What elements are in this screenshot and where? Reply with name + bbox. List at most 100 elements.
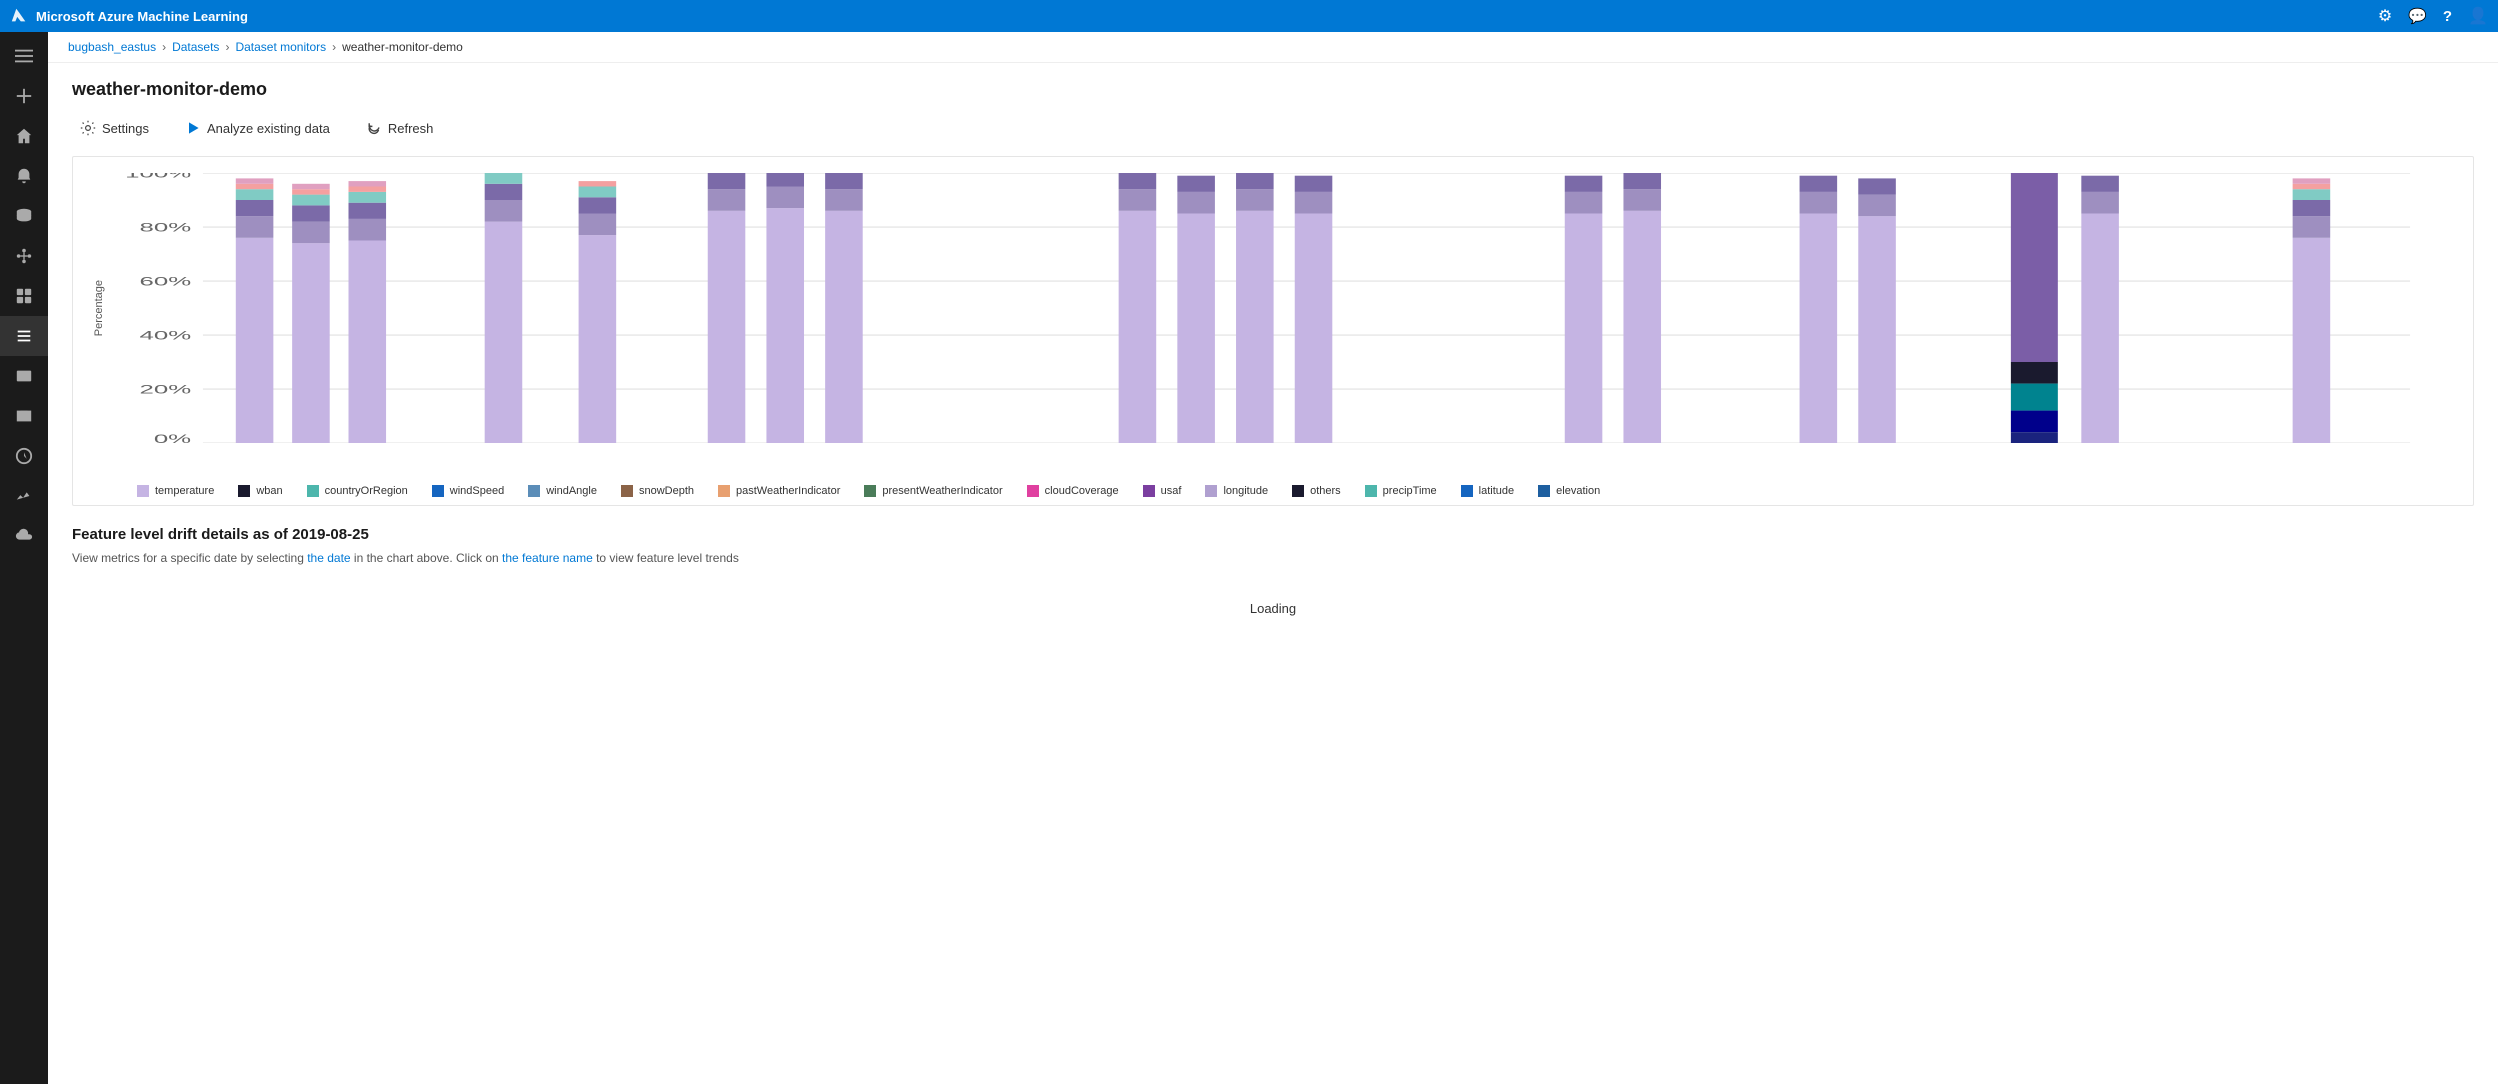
legend-label-presentweather: presentWeatherIndicator xyxy=(882,485,1002,497)
topbar-actions: ⚙ 💬 ? 👤 xyxy=(2378,6,2488,26)
sidebar xyxy=(0,32,48,1084)
user-icon[interactable]: 👤 xyxy=(2468,6,2488,26)
drift-chart[interactable]: 100% 80% 60% 40% 20% 0% 05/01/19 xyxy=(109,173,2457,443)
chart-legend: temperature wban countryOrRegion windSpe… xyxy=(89,485,2457,497)
breadcrumb-current: weather-monitor-demo xyxy=(342,40,463,54)
breadcrumb-workspace[interactable]: bugbash_eastus xyxy=(68,40,156,54)
sidebar-item-pipeline[interactable] xyxy=(0,236,48,276)
toolbar: Settings Analyze existing data Refresh xyxy=(72,116,2474,140)
topbar: Microsoft Azure Machine Learning ⚙ 💬 ? 👤 xyxy=(0,0,2498,32)
legend-label-cloudcoverage: cloudCoverage xyxy=(1045,485,1119,497)
sidebar-item-compute[interactable] xyxy=(0,356,48,396)
sidebar-item-create[interactable] xyxy=(0,76,48,116)
svg-text:100%: 100% xyxy=(125,173,191,181)
legend-color-others xyxy=(1292,485,1304,497)
feature-section-subtitle: View metrics for a specific date by sele… xyxy=(72,551,2474,565)
legend-color-windangle xyxy=(528,485,540,497)
svg-text:80%: 80% xyxy=(139,221,191,234)
feature-section: Feature level drift details as of 2019-0… xyxy=(72,526,2474,652)
legend-label-wban: wban xyxy=(256,485,282,497)
settings-button[interactable]: Settings xyxy=(72,116,157,140)
sidebar-item-home[interactable] xyxy=(0,116,48,156)
legend-color-latitude xyxy=(1461,485,1473,497)
topbar-title-area: Microsoft Azure Machine Learning xyxy=(10,7,248,25)
sidebar-item-monitor[interactable] xyxy=(0,476,48,516)
refresh-button[interactable]: Refresh xyxy=(358,116,442,140)
legend-label-countryorregion: countryOrRegion xyxy=(325,485,408,497)
sidebar-item-data[interactable] xyxy=(0,196,48,236)
help-icon[interactable]: ? xyxy=(2443,8,2452,25)
app-body: bugbash_eastus › Datasets › Dataset moni… xyxy=(0,32,2498,1084)
play-icon xyxy=(185,120,201,136)
legend-color-cloudcoverage xyxy=(1027,485,1039,497)
loading-indicator: Loading xyxy=(72,581,2474,636)
legend-label-temperature: temperature xyxy=(155,485,214,497)
svg-text:40%: 40% xyxy=(139,329,191,342)
analyze-button[interactable]: Analyze existing data xyxy=(177,116,338,140)
legend-color-preciptime xyxy=(1365,485,1377,497)
legend-label-longitude: longitude xyxy=(1223,485,1268,497)
legend-color-usaf xyxy=(1143,485,1155,497)
breadcrumb-datasets[interactable]: Datasets xyxy=(172,40,219,54)
legend-item-elevation: elevation xyxy=(1538,485,1600,497)
sidebar-item-models[interactable] xyxy=(0,276,48,316)
legend-color-wban xyxy=(238,485,250,497)
breadcrumb: bugbash_eastus › Datasets › Dataset moni… xyxy=(48,32,2498,63)
legend-label-elevation: elevation xyxy=(1556,485,1600,497)
main-content: bugbash_eastus › Datasets › Dataset moni… xyxy=(48,32,2498,1084)
legend-item-wban: wban xyxy=(238,485,282,497)
sidebar-item-datasets[interactable] xyxy=(0,316,48,356)
legend-color-elevation xyxy=(1538,485,1550,497)
settings-label: Settings xyxy=(102,121,149,136)
feature-section-title: Feature level drift details as of 2019-0… xyxy=(72,526,2474,543)
legend-label-windangle: windAngle xyxy=(546,485,597,497)
chart-area: Percentage 100% 80% 60% 40% xyxy=(89,173,2457,473)
sidebar-item-menu[interactable] xyxy=(0,36,48,76)
legend-item-latitude: latitude xyxy=(1461,485,1514,497)
settings-gear-icon xyxy=(80,120,96,136)
legend-label-preciptime: precipTime xyxy=(1383,485,1437,497)
analyze-label: Analyze existing data xyxy=(207,121,330,136)
chart-container: Percentage 100% 80% 60% 40% xyxy=(72,156,2474,506)
legend-item-longitude: longitude xyxy=(1205,485,1268,497)
svg-text:60%: 60% xyxy=(139,275,191,288)
y-axis-label-container: Percentage xyxy=(89,173,109,443)
legend-color-snowdepth xyxy=(621,485,633,497)
legend-item-presentweather: presentWeatherIndicator xyxy=(864,485,1002,497)
legend-label-usaf: usaf xyxy=(1161,485,1182,497)
legend-color-pastweather xyxy=(718,485,730,497)
sidebar-item-endpoints[interactable] xyxy=(0,436,48,476)
legend-item-snowdepth: snowDepth xyxy=(621,485,694,497)
legend-color-temperature xyxy=(137,485,149,497)
legend-label-windspeed: windSpeed xyxy=(450,485,504,497)
feature-name-link[interactable]: the feature name xyxy=(502,551,593,565)
azure-icon xyxy=(10,7,28,25)
legend-item-preciptime: precipTime xyxy=(1365,485,1437,497)
legend-item-windspeed: windSpeed xyxy=(432,485,504,497)
sidebar-item-cloud[interactable] xyxy=(0,516,48,556)
legend-item-others: others xyxy=(1292,485,1341,497)
settings-icon[interactable]: ⚙ xyxy=(2378,6,2392,26)
legend-color-presentweather xyxy=(864,485,876,497)
page-title: weather-monitor-demo xyxy=(72,79,2474,100)
sidebar-item-datastores[interactable] xyxy=(0,396,48,436)
legend-item-windangle: windAngle xyxy=(528,485,597,497)
svg-text:0%: 0% xyxy=(154,433,191,443)
legend-color-countryorregion xyxy=(307,485,319,497)
legend-label-latitude: latitude xyxy=(1479,485,1514,497)
refresh-label: Refresh xyxy=(388,121,434,136)
chart-bars[interactable] xyxy=(236,173,2330,443)
page-content-area: weather-monitor-demo Settings Analyze ex… xyxy=(48,63,2498,1084)
legend-item-pastweather: pastWeatherIndicator xyxy=(718,485,840,497)
svg-text:20%: 20% xyxy=(139,383,191,396)
feedback-icon[interactable]: 💬 xyxy=(2408,7,2427,25)
breadcrumb-monitors[interactable]: Dataset monitors xyxy=(235,40,326,54)
legend-item-countryorregion: countryOrRegion xyxy=(307,485,408,497)
sidebar-item-notifications[interactable] xyxy=(0,156,48,196)
legend-label-others: others xyxy=(1310,485,1341,497)
y-axis-label: Percentage xyxy=(93,280,105,336)
legend-label-snowdepth: snowDepth xyxy=(639,485,694,497)
date-link[interactable]: the date xyxy=(307,551,350,565)
app-title: Microsoft Azure Machine Learning xyxy=(36,9,248,24)
legend-color-windspeed xyxy=(432,485,444,497)
